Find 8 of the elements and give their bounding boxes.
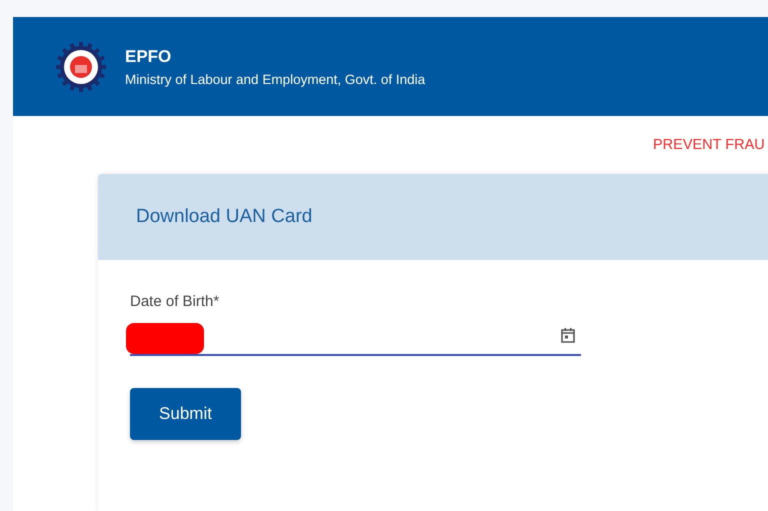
scrolling-notice: PREVENT FRAU	[653, 137, 765, 153]
site-subtitle: Ministry of Labour and Employment, Govt. of India	[125, 72, 426, 86]
calendar-icon[interactable]	[561, 327, 575, 343]
emblem-logo	[55, 40, 107, 92]
site-title: EPFO	[125, 46, 172, 66]
field-label: Date of Birth*	[130, 293, 220, 310]
card-title: Download UAN Card	[136, 206, 312, 228]
submit-button[interactable]: Submit	[130, 388, 241, 440]
